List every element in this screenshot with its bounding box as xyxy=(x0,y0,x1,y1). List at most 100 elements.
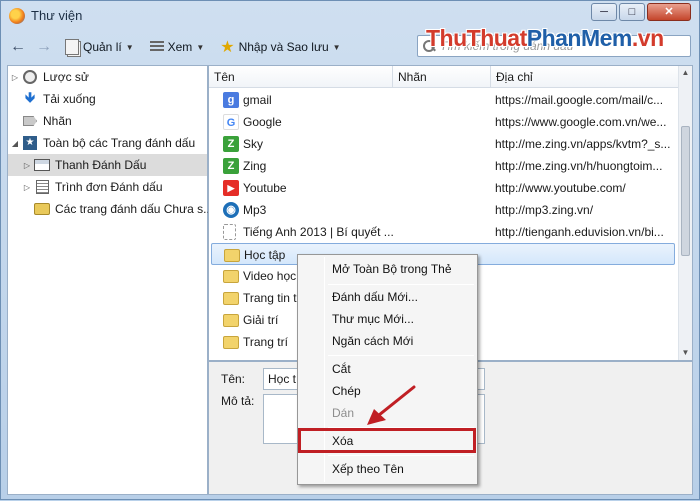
bookmark-name: Zing xyxy=(243,159,267,173)
sidebar-item-label: Nhãn xyxy=(43,114,72,128)
vertical-scrollbar[interactable]: ▲ ▼ xyxy=(678,66,692,360)
sidebar-item-unsorted-bookmarks[interactable]: Các trang đánh dấu Chưa s... xyxy=(32,198,213,220)
bookmarks-menu-icon xyxy=(34,179,50,195)
menu-item-new-separator[interactable]: Ngăn cách Mới xyxy=(300,330,475,352)
all-bookmarks-icon: ★ xyxy=(22,135,38,151)
sidebar-item-label: Trình đơn Đánh dấu xyxy=(55,180,163,194)
expand-arrow-icon[interactable]: ▷ xyxy=(10,73,20,82)
close-button[interactable]: ✕ xyxy=(647,3,691,21)
manage-menu-button[interactable]: Quản lí ▼ xyxy=(59,35,140,59)
firefox-icon xyxy=(9,8,25,24)
column-header-location[interactable]: Địa chỉ xyxy=(491,66,679,88)
folder-icon xyxy=(224,249,240,262)
list-item[interactable]: ▶ Youtube http://www.youtube.com/ xyxy=(209,177,679,199)
mp3-icon: ◉ xyxy=(223,202,239,218)
list-item[interactable]: g gmail https://mail.google.com/mail/c..… xyxy=(209,89,679,111)
bookmark-location: https://mail.google.com/mail/c... xyxy=(495,93,664,107)
bookmark-location: http://mp3.zing.vn/ xyxy=(495,203,594,217)
sidebar-item-history[interactable]: ▷ Lược sử xyxy=(10,66,89,88)
zing-icon: Z xyxy=(223,136,239,152)
name-value: Học t xyxy=(268,372,297,386)
annotation-highlight-box xyxy=(298,428,476,453)
library-window: Thư viện ─ □ ✕ ← → Quản lí ▼ Xem ▼ ★ Nhậ… xyxy=(0,0,700,500)
list-view-icon xyxy=(149,41,164,53)
window-title: Thư viện xyxy=(31,8,83,23)
sidebar-item-bookmarks-menu[interactable]: ▷ Trình đơn Đánh dấu xyxy=(22,176,163,198)
menu-item-sort-by-name[interactable]: Xếp theo Tên xyxy=(300,458,475,480)
sidebar-item-label: Lược sử xyxy=(43,70,89,84)
sidebar-item-tags[interactable]: Nhãn xyxy=(20,110,72,132)
folder-icon xyxy=(223,336,239,349)
bookmark-name: Giải trí xyxy=(243,313,279,327)
google-icon: G xyxy=(223,114,239,130)
list-item[interactable]: Z Sky http://me.zing.vn/apps/kvtm?_s... xyxy=(209,133,679,155)
bookmark-location: http://tienganh.eduvision.vn/bi... xyxy=(495,225,664,239)
caret-down-icon: ▼ xyxy=(125,42,134,52)
watermark-logo: ThuThuatPhanMem.vn xyxy=(426,25,664,52)
sidebar-item-all-bookmarks[interactable]: ◢ ★ Toàn bộ các Trang đánh dấu xyxy=(10,132,195,154)
column-header-name[interactable]: Tên xyxy=(209,66,393,88)
list-item[interactable]: Z Zing http://me.zing.vn/h/huongtoim... xyxy=(209,155,679,177)
views-menu-button[interactable]: Xem ▼ xyxy=(144,35,211,59)
column-header: Tên Nhãn Địa chỉ xyxy=(209,66,679,88)
bookmark-name: Youtube xyxy=(243,181,287,195)
menu-separator xyxy=(328,284,474,285)
bookmark-location: http://me.zing.vn/apps/kvtm?_s... xyxy=(495,137,671,151)
import-backup-label: Nhập và Sao lưu xyxy=(238,40,329,54)
download-icon: 🡻 xyxy=(24,89,36,105)
list-item[interactable]: Tiếng Anh 2013 | Bí quyết ... http://tie… xyxy=(209,221,679,243)
clock-icon xyxy=(22,69,38,85)
forward-arrow-icon[interactable]: → xyxy=(33,36,55,58)
sidebar-item-label: Tải xuống xyxy=(43,92,96,106)
menu-separator xyxy=(328,455,474,456)
watermark-part3: .vn xyxy=(631,25,664,51)
bookmark-name: Tiếng Anh 2013 | Bí quyết ... xyxy=(243,225,393,239)
scroll-up-icon[interactable]: ▲ xyxy=(679,66,692,80)
bookmark-name: Trang tin t xyxy=(243,291,297,305)
unsorted-bookmarks-icon xyxy=(34,201,50,217)
maximize-button[interactable]: □ xyxy=(619,3,645,21)
menu-item-open-all-in-tabs[interactable]: Mở Toàn Bộ trong Thẻ xyxy=(300,258,475,280)
bookmarks-toolbar-icon xyxy=(34,157,50,173)
star-import-icon: ★ xyxy=(220,39,235,56)
scroll-thumb[interactable] xyxy=(681,126,690,256)
bookmark-name: Trang trí xyxy=(243,335,288,349)
window-controls: ─ □ ✕ xyxy=(591,3,691,21)
bookmark-name: Video học xyxy=(243,269,297,283)
sidebar-item-label: Các trang đánh dấu Chưa s... xyxy=(55,202,214,216)
bookmark-name: Mp3 xyxy=(243,203,267,217)
zing-icon: Z xyxy=(223,158,239,174)
import-backup-menu-button[interactable]: ★ Nhập và Sao lưu ▼ xyxy=(214,35,346,59)
bookmark-location: https://www.google.com.vn/we... xyxy=(495,115,667,129)
scroll-down-icon[interactable]: ▼ xyxy=(679,346,692,360)
page-icon xyxy=(223,224,236,240)
menu-item-new-folder[interactable]: Thư mục Mới... xyxy=(300,308,475,330)
menu-item-copy[interactable]: Chép xyxy=(300,380,475,402)
menu-item-cut[interactable]: Cắt xyxy=(300,358,475,380)
caret-down-icon: ▼ xyxy=(196,42,205,52)
collapse-arrow-icon[interactable]: ◢ xyxy=(10,139,20,148)
sidebar-tree: ▷ Lược sử 🡻 Tải xuống Nhãn ◢ ★ Toàn bộ c… xyxy=(7,65,213,495)
minimize-button[interactable]: ─ xyxy=(591,3,617,21)
menu-item-new-bookmark[interactable]: Đánh dấu Mới... xyxy=(300,286,475,308)
menu-item-paste[interactable]: Dán xyxy=(300,402,475,424)
expand-arrow-icon[interactable]: ▷ xyxy=(22,161,32,170)
list-item[interactable]: G Google https://www.google.com.vn/we... xyxy=(209,111,679,133)
watermark-part1: ThuThuat xyxy=(426,25,527,51)
youtube-icon: ▶ xyxy=(223,180,239,196)
bookmark-name: Google xyxy=(243,115,282,129)
folder-icon xyxy=(223,292,239,305)
google-icon: g xyxy=(223,92,239,108)
folder-icon xyxy=(223,314,239,327)
views-label: Xem xyxy=(167,40,193,54)
sidebar-item-bookmarks-toolbar[interactable]: ▷ Thanh Đánh Dấu xyxy=(8,154,207,176)
column-header-tags[interactable]: Nhãn xyxy=(393,66,491,88)
manage-label: Quản lí xyxy=(83,40,122,54)
sidebar-item-label: Toàn bộ các Trang đánh dấu xyxy=(43,136,196,150)
sidebar-item-downloads[interactable]: 🡻 Tải xuống xyxy=(20,88,96,110)
expand-arrow-icon[interactable]: ▷ xyxy=(22,183,32,192)
bookmark-location: http://www.youtube.com/ xyxy=(495,181,626,195)
list-item[interactable]: ◉ Mp3 http://mp3.zing.vn/ xyxy=(209,199,679,221)
back-arrow-icon[interactable]: ← xyxy=(7,36,29,58)
menu-separator xyxy=(328,355,474,356)
